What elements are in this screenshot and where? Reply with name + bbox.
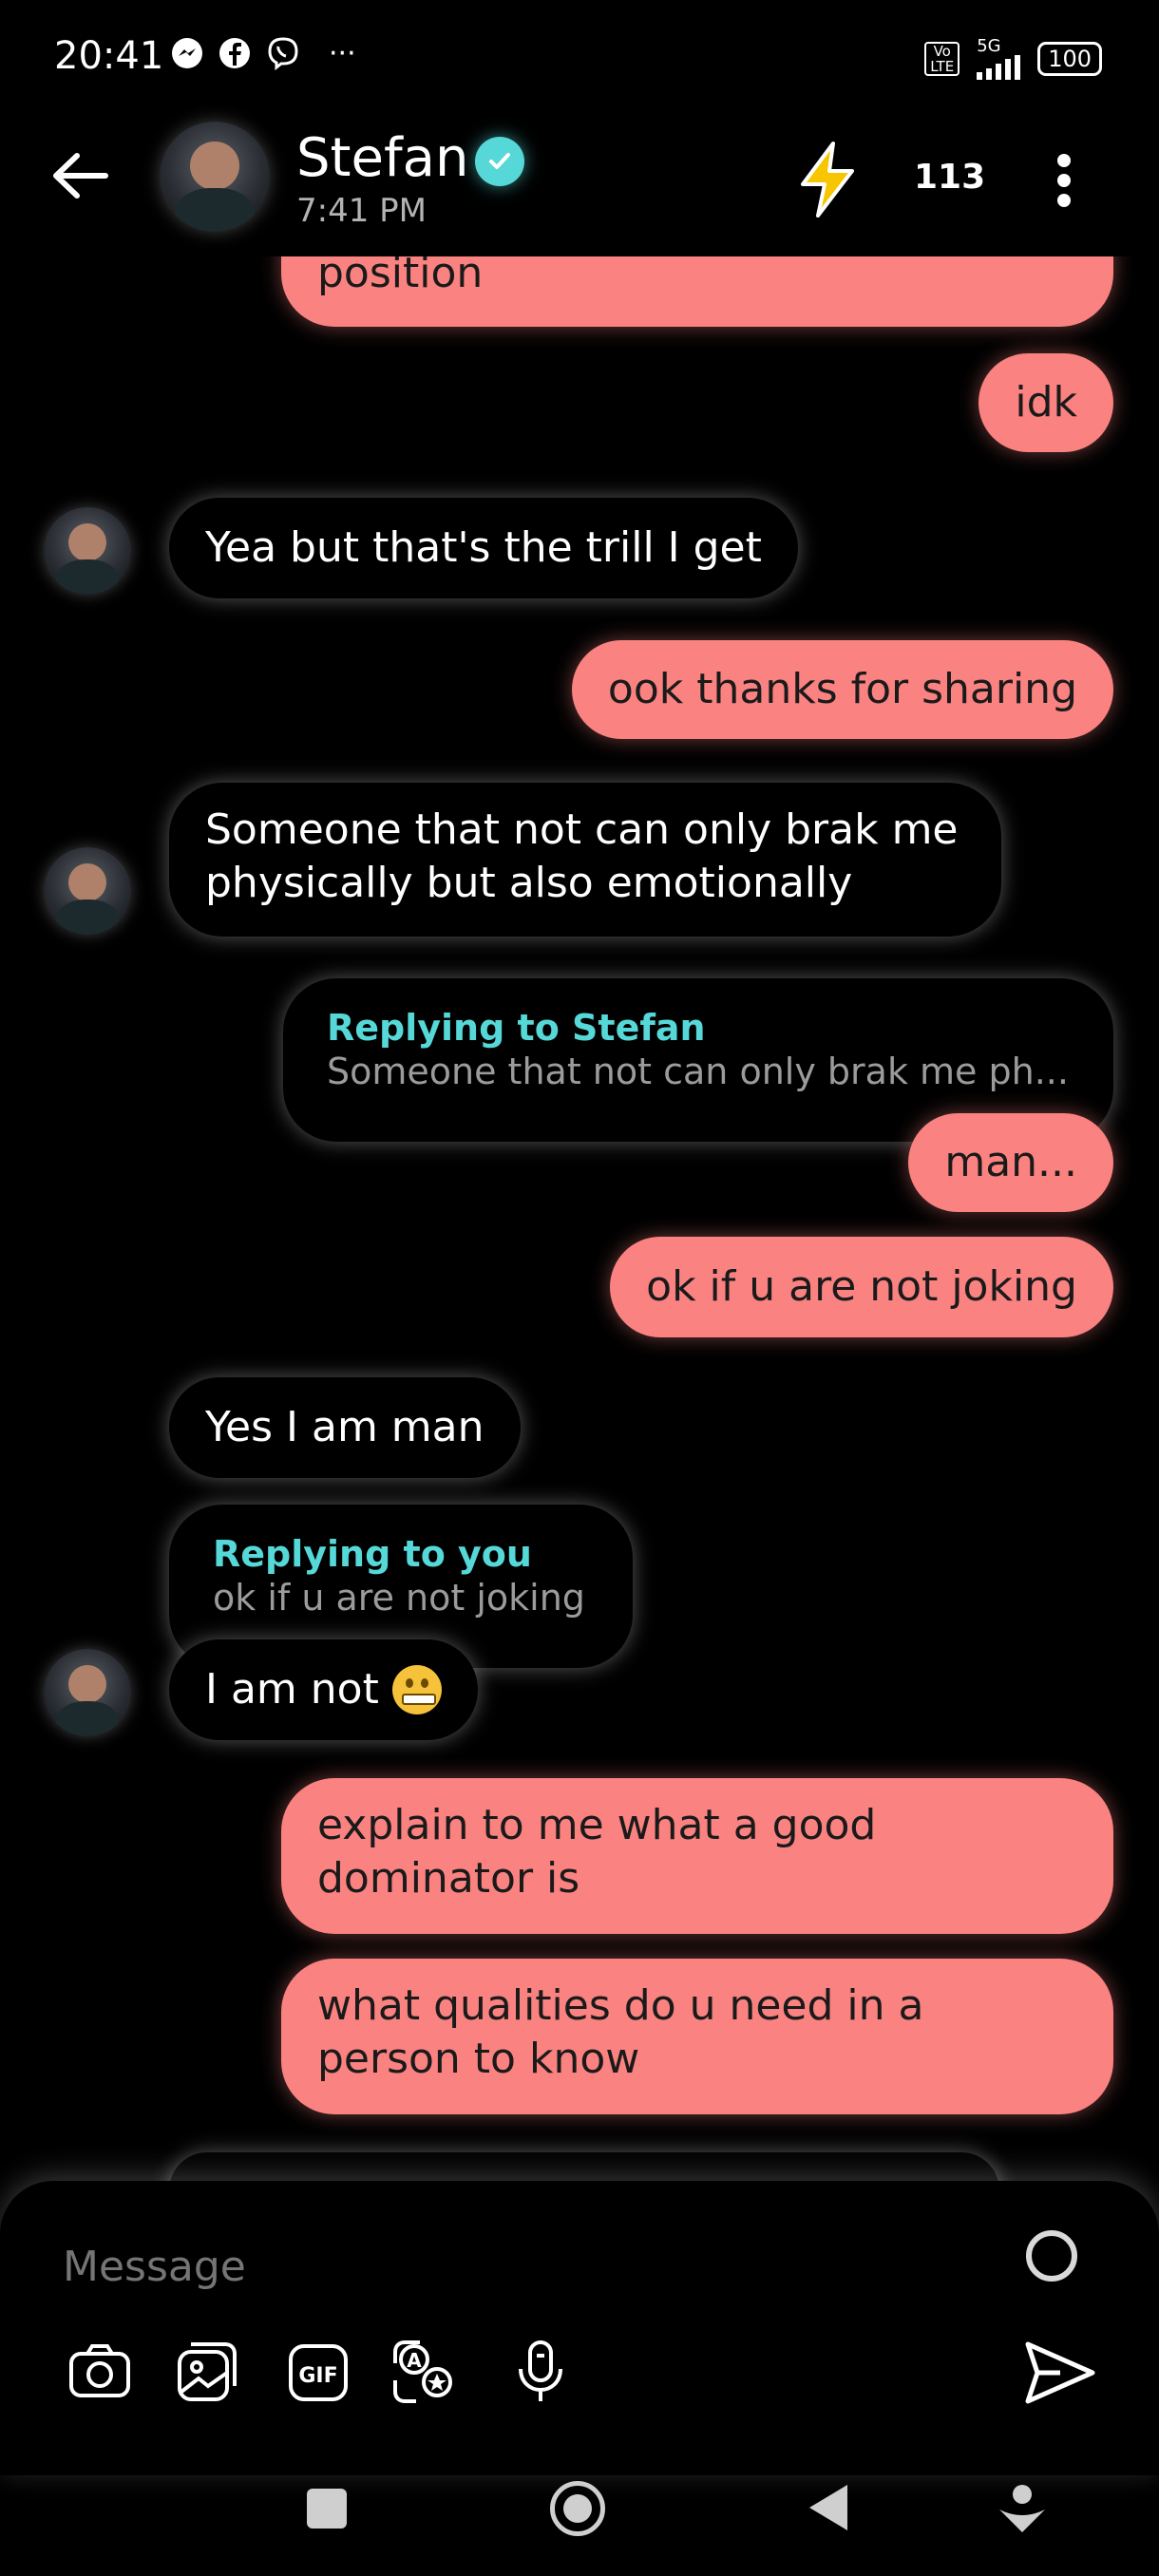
message-bubble-incoming[interactable]: Yea but that's the trill I get: [169, 498, 798, 598]
assistant-nav-icon[interactable]: [998, 2481, 1047, 2534]
gif-icon[interactable]: GIF: [285, 2339, 352, 2405]
message-bubble-outgoing[interactable]: position: [281, 256, 1113, 327]
message-bubble-incoming[interactable]: I am not: [169, 1639, 478, 1740]
ai-sticker-icon[interactable]: A: [391, 2339, 458, 2405]
send-icon[interactable]: [1022, 2339, 1098, 2407]
reply-quote: Someone that not can only brak me ph...: [327, 1051, 1069, 1092]
sender-avatar[interactable]: [44, 1649, 131, 1736]
record-circle-icon[interactable]: [1026, 2230, 1077, 2282]
message-bubble-outgoing[interactable]: what qualities do u need in a person to …: [281, 1959, 1113, 2114]
last-seen-time: 7:41 PM: [296, 192, 427, 230]
message-bubble-outgoing[interactable]: ook thanks for sharing: [571, 640, 1113, 739]
notification-icons: ···: [171, 36, 356, 70]
volte-icon: Vo LTE: [924, 42, 960, 76]
message-bubble-outgoing[interactable]: idk: [978, 353, 1113, 452]
reply-title: Replying to you: [213, 1533, 532, 1575]
network-type: 5G: [977, 36, 1001, 56]
message-list[interactable]: position idk Yea but that's the trill I …: [0, 256, 1159, 2185]
message-bubble-incoming[interactable]: Someone that not can only brak me physic…: [169, 783, 1001, 937]
message-bubble-incoming-partial[interactable]: [169, 2152, 999, 2185]
zipper-mouth-emoji-icon: [391, 1665, 442, 1714]
more-options-icon[interactable]: [1056, 154, 1072, 207]
message-bubble-incoming[interactable]: Yes I am man: [169, 1377, 521, 1478]
messenger-icon: [172, 38, 202, 68]
home-nav-button[interactable]: [550, 2481, 605, 2536]
recents-nav-button[interactable]: [307, 2489, 347, 2529]
message-input[interactable]: [61, 2237, 920, 2296]
message-bubble-outgoing[interactable]: man...: [908, 1113, 1113, 1212]
signal-icon: [977, 55, 1021, 80]
svg-text:A: A: [407, 2349, 422, 2372]
microphone-icon[interactable]: [507, 2339, 574, 2405]
reply-quote: ok if u are not joking: [213, 1577, 585, 1619]
back-nav-button[interactable]: [809, 2485, 847, 2530]
composer-panel: [0, 2181, 1159, 2475]
message-bubble-outgoing[interactable]: ok if u are not joking: [610, 1237, 1113, 1337]
svg-text:GIF: GIF: [298, 2364, 337, 2388]
more-notifications-icon: ···: [329, 36, 356, 70]
back-arrow-icon[interactable]: [52, 152, 109, 199]
status-right: Vo LTE 5G 100: [924, 38, 1102, 80]
contact-avatar[interactable]: [160, 122, 270, 232]
viber-icon: [268, 37, 298, 70]
message-bubble-outgoing[interactable]: explain to me what a good dominator is: [281, 1778, 1113, 1934]
status-time: 20:41: [54, 34, 164, 78]
gallery-icon[interactable]: [174, 2339, 240, 2405]
sender-avatar[interactable]: [44, 847, 131, 935]
sender-avatar[interactable]: [44, 507, 131, 595]
battery-icon: 100: [1037, 42, 1102, 76]
lightning-bolt-icon[interactable]: [793, 141, 862, 218]
contact-name[interactable]: Stefan: [296, 127, 468, 189]
facebook-icon: [219, 38, 250, 68]
verified-badge-icon: [475, 137, 524, 186]
streak-count: 113: [914, 158, 986, 197]
camera-icon[interactable]: [66, 2339, 133, 2405]
reply-title: Replying to Stefan: [327, 1007, 706, 1049]
